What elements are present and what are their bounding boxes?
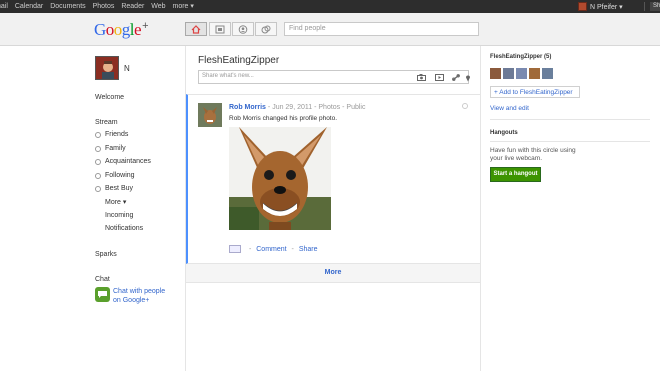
sidebar-item-following[interactable]: Following bbox=[105, 172, 135, 179]
post-options-icon[interactable] bbox=[462, 103, 468, 109]
post-author[interactable]: Rob Morris bbox=[229, 104, 266, 111]
sidebar-item-acquaintances[interactable]: Acquaintances bbox=[105, 158, 151, 165]
profile-name[interactable]: N bbox=[124, 64, 130, 73]
sidebar-item-family[interactable]: Family bbox=[105, 145, 126, 152]
sidebar-more[interactable]: More ▾ bbox=[105, 198, 126, 206]
member-avatar[interactable] bbox=[542, 68, 553, 79]
post-meta: Rob Morris - Jun 29, 2011 - Photos - Pub… bbox=[229, 104, 366, 111]
member-avatar[interactable] bbox=[503, 68, 514, 79]
circle-title[interactable]: FleshEatingZipper (5) bbox=[490, 54, 551, 60]
post-caption: Rob Morris changed his profile photo. bbox=[229, 115, 338, 122]
video-icon[interactable] bbox=[435, 74, 444, 81]
chat-link-line1[interactable]: Chat with people bbox=[113, 287, 165, 296]
sidebar-welcome[interactable]: Welcome bbox=[95, 94, 124, 101]
post-author-avatar[interactable] bbox=[198, 103, 222, 127]
account-name[interactable]: N Pfeifer ▾ bbox=[590, 3, 623, 11]
nav-profile-button[interactable] bbox=[232, 22, 254, 36]
top-nav-photos[interactable]: Photos bbox=[93, 3, 115, 10]
add-to-circle-button[interactable]: + Add to FleshEatingZipper bbox=[490, 86, 580, 98]
top-nav-calendar[interactable]: Calendar bbox=[15, 3, 43, 10]
chat-link[interactable]: Chat with people on Google+ bbox=[113, 287, 165, 305]
top-nav-documents[interactable]: Documents bbox=[50, 3, 85, 10]
nav-circles-button[interactable] bbox=[255, 22, 277, 36]
speech-bubble-icon bbox=[98, 291, 107, 298]
member-avatar[interactable] bbox=[490, 68, 501, 79]
author-photo bbox=[198, 103, 222, 127]
search-input[interactable]: Find people bbox=[284, 22, 479, 36]
header: Google+ Find people bbox=[0, 13, 660, 46]
left-sidebar: N Welcome Stream Friends Family Acquaint… bbox=[0, 46, 185, 371]
link-icon[interactable] bbox=[452, 74, 460, 81]
sidebar-incoming[interactable]: Incoming bbox=[105, 212, 133, 219]
hangouts-heading: Hangouts bbox=[490, 130, 518, 136]
account-avatar bbox=[578, 2, 587, 11]
top-nav-web[interactable]: Web bbox=[151, 3, 165, 10]
circle-icon bbox=[95, 146, 101, 152]
post-actions: - Comment - Share bbox=[229, 245, 318, 253]
search-placeholder: Find people bbox=[289, 25, 326, 32]
more-posts-label[interactable]: More bbox=[325, 269, 342, 276]
topbar-divider bbox=[644, 2, 645, 11]
chat-icon[interactable] bbox=[95, 287, 110, 302]
nav-photos-button[interactable] bbox=[209, 22, 231, 36]
share-button[interactable]: Sh bbox=[650, 2, 660, 11]
top-nav-more[interactable]: more ▾ bbox=[173, 3, 194, 10]
start-hangout-button[interactable]: Start a hangout bbox=[490, 167, 541, 182]
more-posts-button[interactable]: More bbox=[186, 264, 480, 283]
right-sidebar: FleshEatingZipper (5) + Add to FleshEati… bbox=[480, 46, 660, 371]
circles-icon bbox=[261, 25, 271, 34]
top-bar: nail Calendar Documents Photos Reader We… bbox=[0, 0, 660, 13]
comment-link[interactable]: Comment bbox=[256, 246, 286, 253]
stream-post[interactable]: Rob Morris - Jun 29, 2011 - Photos - Pub… bbox=[186, 94, 480, 264]
sidebar-stream[interactable]: Stream bbox=[95, 119, 118, 126]
post-photo[interactable] bbox=[229, 127, 331, 230]
sidebar-notifications[interactable]: Notifications bbox=[105, 225, 143, 232]
divider bbox=[490, 141, 650, 142]
photos-icon bbox=[215, 25, 225, 34]
chat-heading: Chat bbox=[95, 276, 110, 283]
post-visibility[interactable]: Public bbox=[346, 104, 365, 111]
sidebar-item-friends[interactable]: Friends bbox=[105, 131, 128, 138]
dog-photo bbox=[229, 127, 331, 230]
circle-icon bbox=[95, 186, 101, 192]
top-nav-gmail[interactable]: nail bbox=[0, 3, 8, 10]
profile-photo bbox=[96, 57, 118, 79]
sidebar-item-best-buy[interactable]: Best Buy bbox=[105, 185, 133, 192]
divider bbox=[490, 119, 650, 120]
post-category[interactable]: Photos bbox=[318, 104, 340, 111]
top-nav: nail Calendar Documents Photos Reader We… bbox=[0, 2, 199, 10]
google-plus-logo[interactable]: Google+ bbox=[94, 20, 148, 40]
circle-members bbox=[490, 68, 555, 79]
member-avatar[interactable] bbox=[529, 68, 540, 79]
sidebar-sparks[interactable]: Sparks bbox=[95, 251, 117, 258]
account-menu[interactable]: N Pfeifer ▾ bbox=[578, 0, 623, 13]
logo-plus: + bbox=[142, 20, 148, 32]
circle-icon bbox=[95, 173, 101, 179]
location-icon[interactable] bbox=[465, 74, 471, 82]
hangouts-description: Have fun with this circle using your liv… bbox=[490, 147, 576, 162]
top-nav-reader[interactable]: Reader bbox=[121, 3, 144, 10]
share-box[interactable]: Share what's new... bbox=[198, 70, 471, 84]
home-icon bbox=[191, 25, 201, 34]
chat-link-line2[interactable]: on Google+ bbox=[113, 296, 165, 305]
circle-icon bbox=[95, 132, 101, 138]
stream: FleshEatingZipper Share what's new... Ro… bbox=[185, 46, 481, 371]
plus-one-button[interactable] bbox=[229, 245, 241, 253]
member-avatar[interactable] bbox=[516, 68, 527, 79]
view-and-edit-link[interactable]: View and edit bbox=[490, 105, 529, 112]
profile-icon bbox=[238, 25, 248, 34]
circle-icon bbox=[95, 159, 101, 165]
post-date[interactable]: Jun 29, 2011 bbox=[272, 104, 312, 111]
profile-avatar[interactable] bbox=[95, 56, 119, 80]
nav-home-button[interactable] bbox=[185, 22, 207, 36]
page-title: FleshEatingZipper bbox=[198, 55, 280, 66]
share-placeholder: Share what's new... bbox=[202, 73, 254, 79]
share-link[interactable]: Share bbox=[299, 246, 318, 253]
camera-icon[interactable] bbox=[417, 74, 426, 81]
